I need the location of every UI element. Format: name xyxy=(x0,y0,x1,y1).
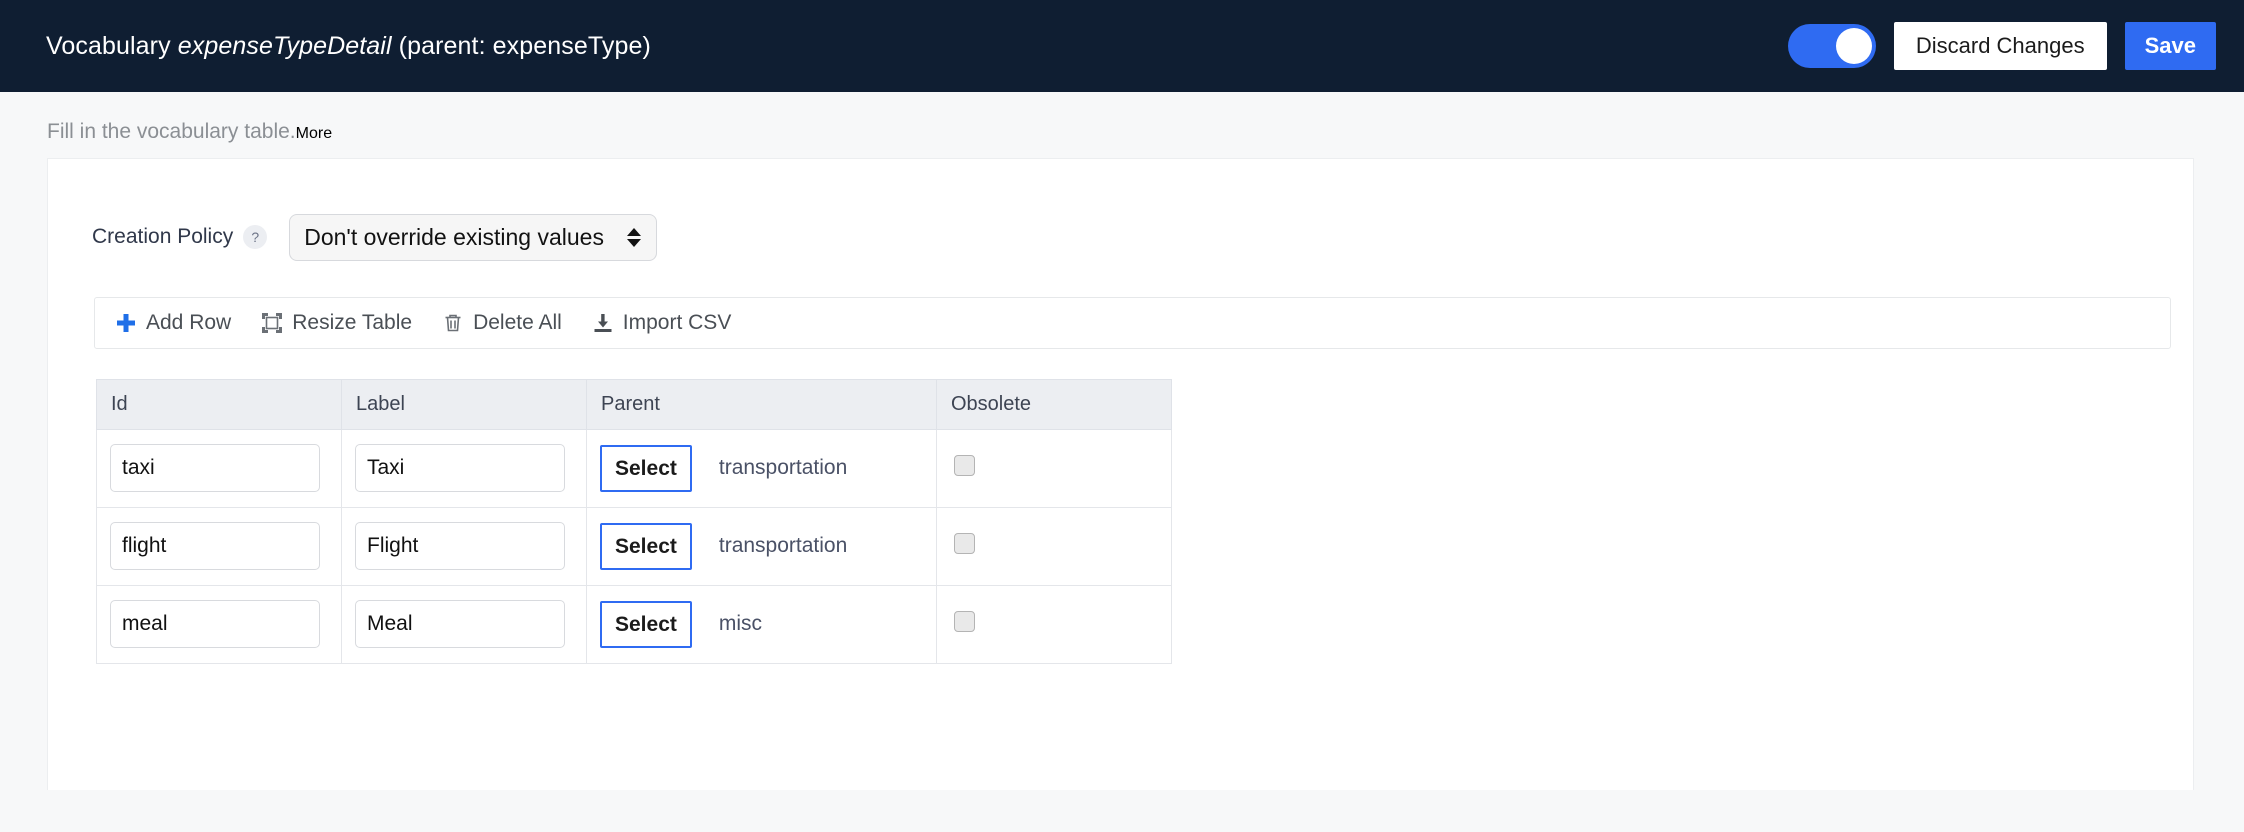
cell-parent: Select transportation xyxy=(586,428,937,508)
resize-table-label: Resize Table xyxy=(292,310,413,334)
creation-policy-select-wrap: Don't override existing values xyxy=(267,214,658,261)
discard-changes-button[interactable]: Discard Changes xyxy=(1893,22,2107,70)
column-header-id: Id xyxy=(96,378,342,430)
cell-id xyxy=(96,584,342,664)
parent-value: transportation xyxy=(718,534,848,558)
table-row: Select transportation xyxy=(96,506,1172,586)
cell-obsolete xyxy=(936,506,1172,586)
id-input[interactable] xyxy=(110,600,320,649)
import-csv-label: Import CSV xyxy=(622,310,732,334)
cell-parent: Select misc xyxy=(586,584,937,664)
obsolete-checkbox[interactable] xyxy=(954,533,975,555)
vocabulary-card: Creation Policy ? Don't override existin… xyxy=(47,158,2194,790)
label-input[interactable] xyxy=(355,444,565,493)
vocabulary-table: Id Label Parent Obsolete Sele xyxy=(96,378,1172,664)
parent-cell-inner: Select transportation xyxy=(600,522,936,570)
column-header-obsolete: Obsolete xyxy=(936,378,1172,430)
table-row: Select misc xyxy=(96,584,1172,664)
parent-cell-inner: Select transportation xyxy=(600,444,936,492)
save-button[interactable]: Save xyxy=(2124,22,2216,70)
app-header: Vocabulary expenseTypeDetail (parent: ex… xyxy=(0,0,2244,92)
cell-obsolete xyxy=(936,428,1172,508)
subtitle-text: Fill in the vocabulary table. xyxy=(47,120,296,143)
resize-table-button[interactable]: Resize Table xyxy=(261,311,412,335)
table-header-row: Id Label Parent Obsolete xyxy=(96,378,1172,430)
trash-icon xyxy=(442,312,464,334)
column-header-parent: Parent xyxy=(586,378,937,430)
column-header-label: Label xyxy=(341,378,587,430)
table-row: Select transportation xyxy=(96,428,1172,508)
page-title-suffix: (parent: expenseType) xyxy=(398,31,651,60)
parent-cell-inner: Select misc xyxy=(600,600,936,648)
table-body: Select transportation xyxy=(96,428,1172,664)
cell-label xyxy=(341,506,587,586)
creation-policy-row: Creation Policy ? Don't override existin… xyxy=(48,159,2193,261)
page-title: Vocabulary expenseTypeDetail (parent: ex… xyxy=(46,32,651,61)
obsolete-checkbox[interactable] xyxy=(954,455,975,477)
select-parent-button[interactable]: Select xyxy=(600,522,692,570)
cell-id xyxy=(96,506,342,586)
parent-value: misc xyxy=(718,612,763,636)
download-icon xyxy=(592,312,614,334)
creation-policy-select[interactable]: Don't override existing values xyxy=(289,214,658,261)
delete-all-label: Delete All xyxy=(473,310,562,334)
creation-policy-label: Creation Policy xyxy=(92,225,234,249)
select-parent-button[interactable]: Select xyxy=(600,600,692,648)
id-input[interactable] xyxy=(110,444,320,493)
enabled-toggle[interactable] xyxy=(1787,24,1876,68)
delete-all-button[interactable]: Delete All xyxy=(442,311,562,335)
table-toolbar: Add Row Resize Table Delete All Import C… xyxy=(94,296,2171,349)
page-title-emphasis: expenseTypeDetail xyxy=(177,31,392,60)
select-parent-button[interactable]: Select xyxy=(600,444,692,492)
table-head: Id Label Parent Obsolete xyxy=(96,378,1172,430)
add-row-label: Add Row xyxy=(146,310,232,334)
page-title-prefix: Vocabulary xyxy=(46,31,171,60)
id-input[interactable] xyxy=(110,522,320,571)
help-icon[interactable]: ? xyxy=(243,225,268,250)
cell-obsolete xyxy=(936,584,1172,664)
cell-id xyxy=(96,428,342,508)
plus-icon xyxy=(115,312,137,334)
cell-label xyxy=(341,428,587,508)
import-csv-button[interactable]: Import CSV xyxy=(592,310,732,335)
toggle-knob xyxy=(1835,28,1872,64)
vocabulary-table-wrap: Id Label Parent Obsolete Sele xyxy=(48,349,2193,664)
subtitle-bar: Fill in the vocabulary table.More xyxy=(0,92,2244,158)
obsolete-checkbox[interactable] xyxy=(954,611,975,633)
add-row-button[interactable]: Add Row xyxy=(115,311,231,335)
label-input[interactable] xyxy=(355,522,565,571)
cell-parent: Select transportation xyxy=(586,506,937,586)
cell-label xyxy=(341,584,587,664)
parent-value: transportation xyxy=(718,456,848,480)
more-link[interactable]: More xyxy=(296,125,332,142)
label-input[interactable] xyxy=(355,600,565,649)
header-actions: Discard Changes Save xyxy=(1787,22,2216,70)
resize-icon xyxy=(261,312,283,334)
